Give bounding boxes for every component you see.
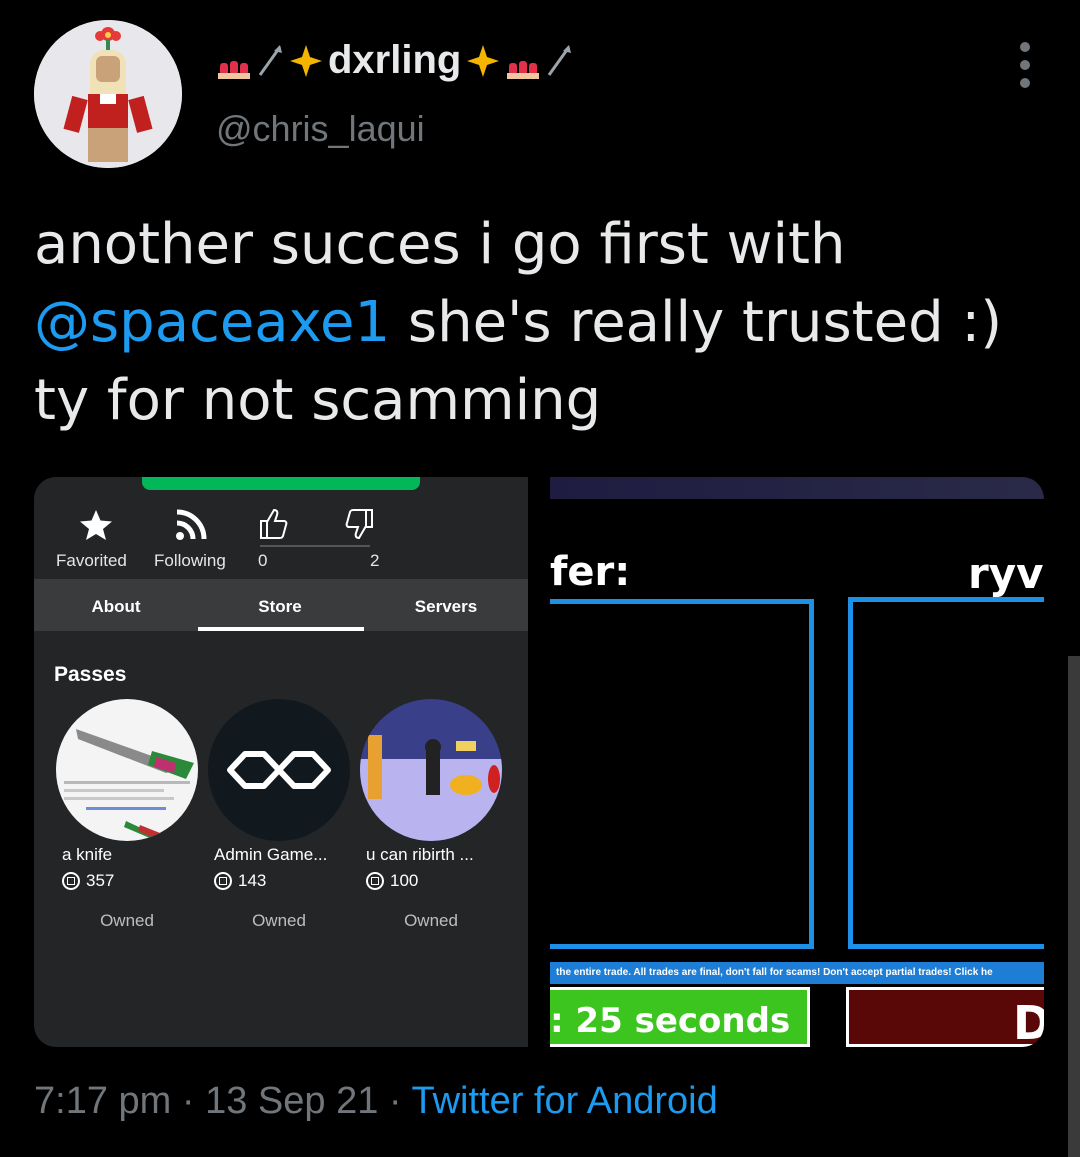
media-image-roblox-store[interactable]: Favorited Following 0 2 About Store Serv…	[34, 477, 528, 1047]
pass-price-value: 100	[390, 871, 419, 890]
pass-price: 100	[366, 871, 418, 891]
scrollbar[interactable]	[1068, 656, 1080, 1157]
downvote-count: 2	[370, 551, 380, 570]
accept-timer-button[interactable]: : 25 seconds	[550, 987, 810, 1047]
star-icon	[80, 510, 112, 540]
roblox-avatar-image	[34, 20, 182, 168]
pass-card[interactable]: u can ribirth ... 100 Owned	[360, 699, 502, 930]
active-tab-indicator	[198, 627, 364, 631]
pass-price-value: 357	[86, 871, 115, 890]
robux-icon	[214, 872, 232, 890]
robux-icon	[62, 872, 80, 890]
tweet-source-link[interactable]: Twitter for Android	[411, 1080, 717, 1122]
tweet-date[interactable]: 13 Sep 21	[205, 1080, 378, 1122]
trade-top-strip	[550, 477, 1044, 499]
pass-price: 357	[62, 871, 114, 891]
pass-name: a knife	[62, 845, 113, 864]
pass-owned-status: Owned	[252, 911, 306, 930]
tweet-media[interactable]: Favorited Following 0 2 About Store Serv…	[34, 477, 1044, 1047]
robux-icon	[366, 872, 384, 890]
avatar[interactable]	[34, 20, 182, 168]
thumbs-down-icon[interactable]	[343, 507, 375, 541]
pass-name: u can ribirth ...	[366, 845, 474, 864]
pass-thumbnail	[360, 699, 502, 841]
more-options-icon[interactable]	[1010, 42, 1040, 88]
trade-warning-banner: the entire trade. All trades are final, …	[550, 962, 1044, 984]
pass-price-value: 143	[238, 871, 267, 890]
display-name-text: dxrling	[328, 38, 462, 82]
pass-owned-status: Owned	[100, 911, 154, 930]
tweet-text: another succes i go first with @spaceaxe…	[34, 206, 1044, 440]
mention-link[interactable]: @spaceaxe1	[34, 290, 390, 355]
nail-polish-icon	[218, 60, 250, 79]
play-button-bar	[142, 477, 420, 490]
tweet-time[interactable]: 7:17 pm	[34, 1080, 171, 1122]
trade-partner-label: ryv	[968, 549, 1044, 598]
tweet-text-part: another succes i go first with	[34, 212, 846, 277]
tab-about[interactable]: About	[34, 597, 198, 617]
passes-heading: Passes	[54, 663, 127, 686]
display-name[interactable]: dxrling	[216, 38, 573, 83]
tab-servers[interactable]: Servers	[364, 597, 528, 617]
upvote-count: 0	[258, 551, 268, 570]
nail-polish-icon	[507, 60, 540, 79]
vote-bar	[260, 545, 370, 547]
arrow-icon	[548, 44, 572, 76]
favorited-label[interactable]: Favorited	[56, 551, 127, 571]
pass-price: 143	[214, 871, 266, 891]
pass-card[interactable]: Admin Game... 143 Owned	[208, 699, 350, 930]
pass-thumbnail	[208, 699, 350, 841]
pass-card[interactable]: a knife 357 Owned	[56, 699, 198, 930]
tab-store[interactable]: Store	[198, 597, 362, 617]
decline-button[interactable]: D	[846, 987, 1044, 1047]
user-handle[interactable]: @chris_laqui	[216, 108, 425, 150]
trade-offer-label: fer:	[550, 549, 631, 595]
their-offer-panel	[848, 597, 1044, 949]
thumbs-up-icon[interactable]	[258, 507, 290, 541]
pass-owned-status: Owned	[404, 911, 458, 930]
following-label[interactable]: Following	[154, 551, 226, 571]
rss-icon	[176, 509, 207, 540]
tweet-metadata: 7:17 pm · 13 Sep 21 · Twitter for Androi…	[34, 1080, 718, 1122]
media-image-trade-screen[interactable]: fer: ryv the entire trade. All trades ar…	[550, 477, 1044, 1047]
sparkles-icon	[290, 44, 322, 77]
sparkles-icon	[467, 44, 500, 77]
pass-thumbnail	[56, 699, 198, 841]
arrow-icon	[258, 44, 282, 76]
tab-bar: About Store Servers	[34, 579, 528, 631]
pass-name: Admin Game...	[214, 845, 328, 864]
your-offer-panel	[550, 599, 814, 949]
